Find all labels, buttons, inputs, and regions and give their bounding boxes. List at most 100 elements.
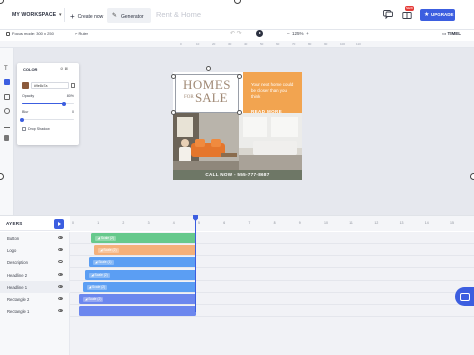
layer-row[interactable]: Rectangle 1	[0, 305, 70, 317]
eye-icon[interactable]	[58, 284, 63, 288]
preview-play-button[interactable]	[256, 30, 263, 37]
image-tool-icon[interactable]	[4, 94, 10, 100]
resize-handle[interactable]	[171, 74, 176, 79]
layer-row[interactable]: Headline 2	[0, 269, 70, 281]
eye-icon[interactable]	[58, 309, 63, 313]
animation-label: ◢ Scale (2)	[97, 248, 119, 254]
call-now-banner[interactable]: CALL NOW - 555-777-8687	[173, 170, 302, 180]
timeline-play-button[interactable]	[54, 219, 64, 229]
create-now-button[interactable]: + Create now	[70, 11, 103, 21]
ruler-toggle[interactable]: ⌐ Ruler	[75, 31, 88, 36]
close-icon[interactable]: ⊠	[64, 66, 67, 71]
hex-input[interactable]: #9e8c7a	[31, 82, 69, 89]
shape-tool-icon[interactable]	[4, 108, 10, 114]
generator-button[interactable]: ✎ Generator	[107, 8, 151, 23]
color-tool-icon[interactable]	[4, 79, 10, 85]
layer-row[interactable]: Logo	[0, 244, 70, 256]
timeline-header: AYERS 0 1 2 3 4 5 6 7 8 9 10 11 12 13 14 15	[0, 216, 474, 231]
headline-text[interactable]: Your next home could be closer than you …	[251, 82, 296, 100]
timeline-tick: 13	[399, 221, 404, 225]
timeline-playhead[interactable]	[195, 215, 196, 312]
layers-title: AYERS	[6, 221, 23, 226]
layer-row[interactable]: Description	[0, 256, 70, 268]
redo-icon[interactable]: ↷	[237, 31, 242, 37]
animation-label: ◢ Scale (2)	[82, 297, 104, 302]
timeline-ruler[interactable]: 0 1 2 3 4 5 6 7 8 9 10 11 12 13 14 15	[70, 216, 474, 231]
eye-icon[interactable]	[58, 236, 63, 239]
animation-bar[interactable]: ◢ Scale (2)	[82, 281, 196, 292]
zoom-out-icon[interactable]: –	[287, 31, 290, 36]
timeline-tick: 15	[450, 221, 454, 225]
blur-slider-knob[interactable]	[20, 117, 24, 122]
layer-row[interactable]: Headline 1	[0, 280, 70, 293]
upgrade-button[interactable]: ★ UPGRADE	[420, 9, 455, 21]
timeline-toggle[interactable]: ▭ TIMEL	[442, 31, 461, 37]
opacity-slider-knob[interactable]	[61, 101, 66, 106]
layer-name: Headline 2	[7, 272, 28, 278]
star-icon: ★	[424, 12, 430, 18]
logo-for-text: FOR	[184, 95, 194, 100]
drop-shadow-label: Drop Shadow	[28, 127, 50, 131]
animation-bar[interactable]: ◢ Scale (2)	[78, 294, 196, 304]
eye-icon[interactable]	[58, 272, 63, 276]
artboard[interactable]: HOMES FOR SALE Your next home could be c…	[173, 72, 302, 180]
ruler-tick: 0	[180, 42, 182, 46]
opacity-slider[interactable]	[22, 101, 74, 106]
layers-list: Button Logo Description Headline 2 Headline …	[0, 232, 70, 355]
zoom-in-icon[interactable]: +	[306, 31, 309, 36]
resize-handle[interactable]	[171, 110, 176, 115]
animation-bar[interactable]: ◢ Scale (2)	[93, 245, 196, 256]
checkbox-box[interactable]	[22, 127, 26, 132]
undo-icon[interactable]: ↶	[230, 31, 235, 37]
focus-mode-button[interactable]: Focus mode: 300 x 250	[6, 31, 54, 36]
timeline-tick: 4	[172, 221, 175, 225]
ruler-tick: 50	[260, 42, 264, 46]
ruler-tick: 60	[276, 42, 280, 46]
blur-slider[interactable]	[20, 117, 74, 122]
logo-sale-text: SALE	[195, 90, 228, 105]
text-tool-icon[interactable]: T	[4, 66, 10, 72]
ruler-tick: 30	[228, 42, 232, 46]
workspace-selector[interactable]: MY WORKSPACE ▾	[12, 12, 62, 18]
layer-row[interactable]: Rectangle 2	[0, 293, 70, 305]
eyedropper-icon[interactable]: ⊘	[60, 66, 63, 71]
timeline-tick: 3	[147, 221, 150, 225]
chat-icon[interactable]	[455, 287, 474, 306]
color-swatch[interactable]	[22, 82, 29, 89]
animation-bar[interactable]: ◢ Scale (2)	[91, 233, 196, 243]
trash-icon[interactable]	[4, 135, 9, 141]
animation-bar[interactable]	[78, 306, 196, 317]
comments-icon[interactable]	[383, 10, 393, 19]
timeline-tracks[interactable]: ◢ Scale (2) ◢ Scale (2) ◢ Scale (1) ◢ Scale…	[70, 232, 474, 355]
color-panel: COLOR ⊘ ⊠ #9e8c7a Opacity 80% Blur 0 Dro…	[17, 63, 79, 145]
timeline-tick: 9	[298, 221, 301, 225]
animation-bar[interactable]: ◢ Scale (1)	[88, 257, 196, 268]
resize-handle[interactable]	[237, 74, 242, 79]
ruler-label: Ruler	[78, 31, 89, 36]
eye-icon[interactable]	[58, 248, 63, 252]
layers-tool-icon[interactable]	[4, 122, 10, 128]
animation-bar[interactable]: ◢ Scale (2)	[85, 269, 196, 280]
resize-handle[interactable]	[237, 110, 242, 115]
eye-icon[interactable]	[58, 297, 63, 300]
copy-icon[interactable]	[71, 83, 75, 88]
plus-icon: +	[70, 12, 75, 21]
eye-icon[interactable]	[58, 260, 63, 264]
drop-shadow-checkbox[interactable]: Drop Shadow	[22, 127, 50, 132]
timeline-track: ◢ Scale (2)	[70, 269, 474, 281]
timeline-tick: 10	[324, 221, 328, 225]
undo-redo[interactable]: ↶ ↷	[230, 30, 242, 37]
logo-element[interactable]: HOMES FOR SALE	[175, 74, 239, 113]
gift-icon[interactable]	[402, 10, 412, 19]
zoom-control[interactable]: – 125% +	[287, 31, 309, 36]
generator-icon: ✎	[112, 13, 118, 19]
timeline-track: ◢ Scale (2)	[70, 281, 474, 293]
layer-row[interactable]: Button	[0, 232, 70, 244]
document-title[interactable]: Rent & Home	[156, 10, 201, 19]
living-room-photo[interactable]	[173, 113, 302, 170]
timeline-track	[70, 305, 474, 318]
frame-handle[interactable]	[470, 173, 474, 180]
focus-icon	[6, 31, 10, 36]
rotate-handle[interactable]	[206, 66, 211, 71]
ruler-tick: 10	[196, 42, 200, 46]
